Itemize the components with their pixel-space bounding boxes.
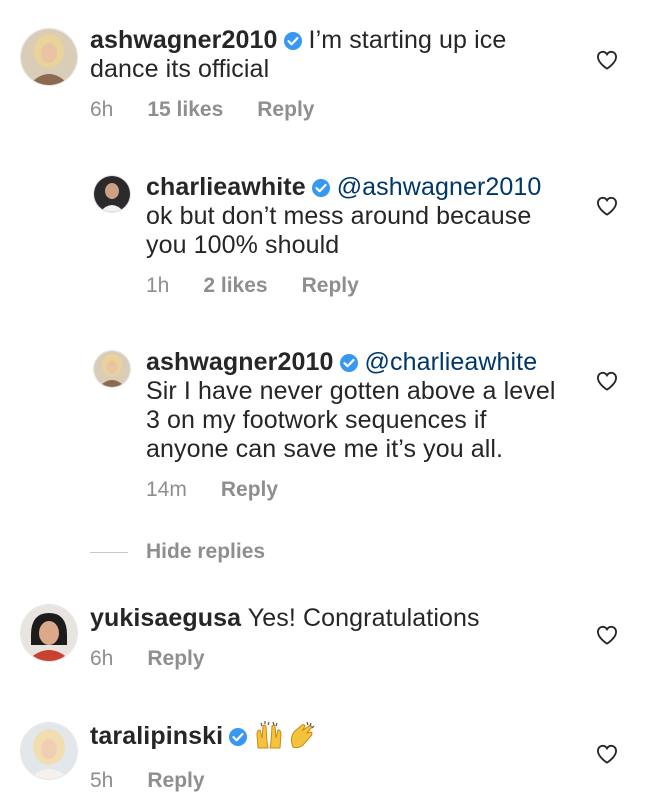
divider-line	[90, 552, 128, 553]
reply-button[interactable]: Reply	[147, 647, 204, 670]
heart-icon[interactable]	[596, 625, 618, 645]
timestamp: 6h	[90, 647, 114, 670]
comment-meta: 14m Reply	[146, 478, 556, 504]
comment-text: Sir I have never gotten above a level	[146, 377, 556, 405]
likes-count[interactable]: 2 likes	[203, 274, 267, 297]
comment-yukisaegusa: yukisaegusa Yes! Congratulations 6h Reply	[0, 602, 650, 682]
timestamp: 5h	[90, 769, 114, 792]
comment-taralipinski: taralipinski 5h Reply	[0, 718, 650, 800]
comment-meta: 6h 15 likes Reply	[90, 98, 506, 124]
verified-badge-icon	[311, 179, 330, 197]
reply-charlieawhite: charlieawhite @ashwagner2010 ok but don’t…	[0, 171, 650, 301]
avatar-taralipinski[interactable]	[20, 722, 78, 780]
heart-icon[interactable]	[596, 50, 618, 70]
comment-text: I’m starting up ice	[308, 26, 507, 54]
reply-ashwagner2010: ashwagner2010 @charlieawhite Sir I have n…	[0, 346, 650, 506]
reply-button[interactable]: Reply	[302, 274, 359, 297]
username[interactable]: yukisaegusa	[90, 604, 241, 632]
comment-ashwagner2010: ashwagner2010 I’m starting up ice dance i…	[0, 24, 650, 134]
comment-meta: 6h Reply	[90, 647, 480, 673]
avatar-ashwagner2010[interactable]	[93, 350, 131, 388]
avatar-charlieawhite[interactable]	[93, 175, 131, 213]
username[interactable]: charlieawhite	[146, 173, 306, 201]
comment-text: dance its official	[90, 55, 270, 83]
hide-replies-label: Hide replies	[146, 540, 266, 563]
username[interactable]: ashwagner2010	[146, 348, 334, 376]
comment-text: Yes! Congratulations	[247, 604, 480, 632]
timestamp: 1h	[146, 274, 170, 297]
mention-link[interactable]: @ashwagner2010	[337, 173, 542, 201]
timestamp: 14m	[146, 478, 187, 501]
mention-link[interactable]: @charlieawhite	[365, 348, 538, 376]
clapping-hands-emoji-icon	[291, 721, 315, 749]
reply-button[interactable]: Reply	[257, 98, 314, 121]
username[interactable]: ashwagner2010	[90, 26, 278, 54]
comment-meta: 1h 2 likes Reply	[146, 274, 541, 300]
verified-badge-icon	[283, 32, 302, 50]
comment-text: 3 on my footwork sequences if	[146, 406, 487, 434]
heart-icon[interactable]	[596, 196, 618, 216]
comment-text: you 100% should	[146, 231, 340, 259]
reply-button[interactable]: Reply	[221, 478, 278, 501]
reply-button[interactable]: Reply	[147, 769, 204, 792]
comment-meta: 5h Reply	[90, 769, 320, 795]
avatar-ashwagner2010[interactable]	[20, 28, 78, 86]
heart-icon[interactable]	[596, 371, 618, 391]
comment-text: anyone can save me it’s you all.	[146, 435, 504, 463]
verified-badge-icon	[229, 728, 248, 746]
verified-badge-icon	[339, 354, 358, 372]
likes-count[interactable]: 15 likes	[147, 98, 223, 121]
timestamp: 6h	[90, 98, 114, 121]
heart-icon[interactable]	[596, 744, 618, 764]
avatar-yukisaegusa[interactable]	[20, 604, 78, 662]
raising-hands-emoji-icon	[256, 721, 282, 749]
username[interactable]: taralipinski	[90, 722, 223, 750]
comment-text: ok but don’t mess around because	[146, 202, 532, 230]
